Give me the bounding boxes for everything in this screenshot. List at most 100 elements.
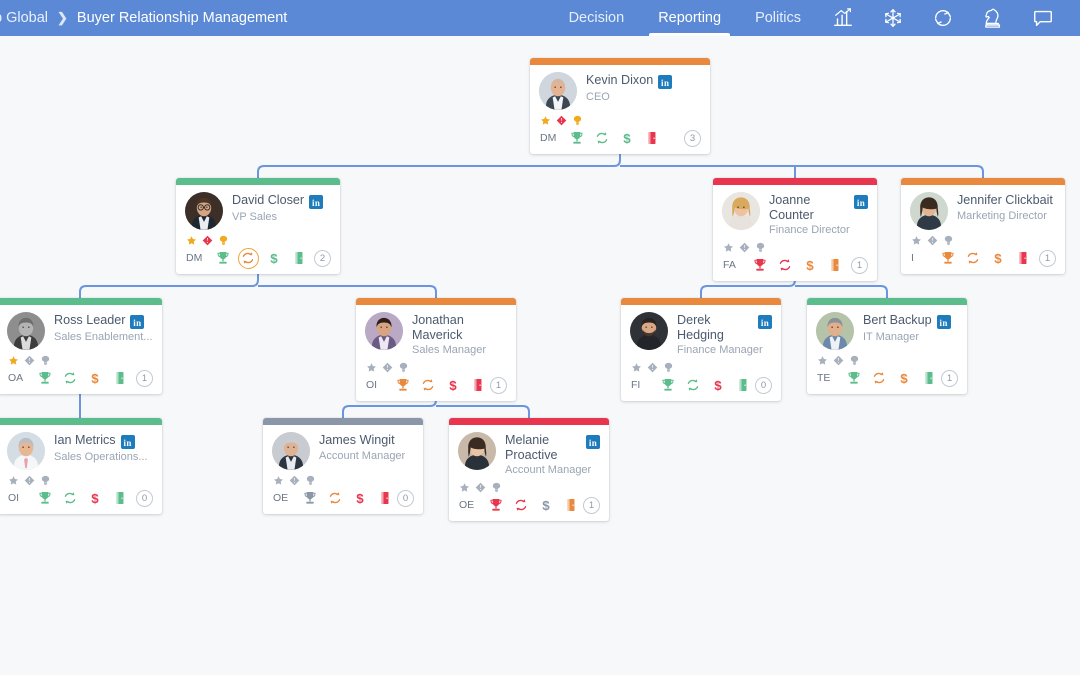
org-chart-canvas[interactable]: Kevin Dixon in CEO DM $ 3 David Closer i… xyxy=(0,36,1080,675)
book-icon[interactable] xyxy=(730,377,755,393)
relationship-count[interactable]: 1 xyxy=(136,369,153,387)
linkedin-icon[interactable]: in xyxy=(130,315,145,329)
refresh-icon[interactable] xyxy=(508,497,533,513)
tab-politics[interactable]: Politics xyxy=(738,0,818,36)
refresh-icon[interactable] xyxy=(235,247,261,269)
dollar-icon[interactable]: $ xyxy=(891,370,916,386)
badge-row xyxy=(7,354,153,367)
trophy-icon[interactable] xyxy=(210,250,235,266)
org-card-ross[interactable]: Ross Leader in Sales Enablement... OA $ … xyxy=(0,298,162,394)
trophy-icon[interactable] xyxy=(841,370,866,386)
org-card-joanne[interactable]: Joanne Counter in Finance Director FA $ … xyxy=(713,178,877,281)
org-card-melanie[interactable]: Melanie Proactive in Account Manager OE … xyxy=(449,418,609,521)
dollar-icon[interactable]: $ xyxy=(261,250,286,266)
book-icon[interactable] xyxy=(558,497,583,513)
book-icon[interactable] xyxy=(107,490,132,506)
breadcrumb-chevron-icon: ❯ xyxy=(57,10,68,25)
relationship-count[interactable]: 0 xyxy=(136,489,153,507)
book-icon[interactable] xyxy=(465,377,490,393)
svg-text:$: $ xyxy=(542,498,550,513)
badge-row xyxy=(458,481,600,494)
refresh-sync-icon[interactable] xyxy=(918,0,968,36)
book-icon[interactable] xyxy=(916,370,941,386)
book-icon[interactable] xyxy=(1010,250,1035,266)
refresh-icon[interactable] xyxy=(57,370,82,386)
refresh-icon[interactable] xyxy=(415,377,440,393)
role-initials: OE xyxy=(459,499,475,511)
org-card-ian[interactable]: Ian Metrics in Sales Operations... OI $ … xyxy=(0,418,162,514)
refresh-icon[interactable] xyxy=(322,490,347,506)
linkedin-icon[interactable]: in xyxy=(586,435,600,449)
trophy-icon[interactable] xyxy=(747,257,772,273)
trophy-icon[interactable] xyxy=(655,377,680,393)
linkedin-icon[interactable]: in xyxy=(854,195,868,209)
refresh-icon[interactable] xyxy=(960,250,985,266)
dollar-icon[interactable]: $ xyxy=(705,377,730,393)
chess-knight-icon[interactable] xyxy=(968,0,1018,36)
book-icon[interactable] xyxy=(372,490,397,506)
dollar-icon[interactable]: $ xyxy=(347,490,372,506)
dollar-icon[interactable]: $ xyxy=(614,130,639,146)
org-card-jennifer[interactable]: Jennifer Clickbait Marketing Director I … xyxy=(901,178,1065,274)
trophy-icon[interactable] xyxy=(564,130,589,146)
org-card-jonathan[interactable]: Jonathan Maverick Sales Manager OI $ 1 xyxy=(356,298,516,401)
relationship-count[interactable]: 3 xyxy=(684,129,701,147)
trophy-icon[interactable] xyxy=(935,250,960,266)
refresh-icon[interactable] xyxy=(772,257,797,273)
linkedin-icon[interactable]: in xyxy=(658,75,673,89)
refresh-icon[interactable] xyxy=(866,370,891,386)
org-card-james[interactable]: James Wingit Account Manager OE $ 0 xyxy=(263,418,423,514)
relationship-count[interactable]: 2 xyxy=(314,249,331,267)
linkedin-icon[interactable]: in xyxy=(758,315,772,329)
avatar xyxy=(7,312,45,350)
refresh-icon[interactable] xyxy=(589,130,614,146)
trophy-icon[interactable] xyxy=(483,497,508,513)
snowflake-icon[interactable] xyxy=(868,0,918,36)
relationship-count[interactable]: 1 xyxy=(490,376,507,394)
dollar-icon[interactable]: $ xyxy=(82,370,107,386)
org-card-derek[interactable]: Derek Hedging in Finance Manager FI $ 0 xyxy=(621,298,781,401)
linkedin-icon[interactable]: in xyxy=(936,315,951,329)
trophy-icon[interactable] xyxy=(32,490,57,506)
bar-chart-icon[interactable] xyxy=(818,0,868,36)
relationship-count[interactable]: 1 xyxy=(1039,249,1056,267)
trophy-icon[interactable] xyxy=(390,377,415,393)
card-status-bar xyxy=(263,418,423,425)
linkedin-icon[interactable]: in xyxy=(120,435,135,449)
person-title: Sales Enablement... xyxy=(54,331,153,343)
relationship-count[interactable]: 1 xyxy=(941,369,958,387)
person-title: Sales Operations... xyxy=(54,451,148,463)
diamond-badge xyxy=(202,235,213,246)
speech-bubble-icon[interactable] xyxy=(1018,0,1068,36)
breadcrumb-item-current[interactable]: Buyer Relationship Management xyxy=(77,10,287,26)
breadcrumb-item-account[interactable]: p Global xyxy=(0,10,48,26)
avatar xyxy=(539,72,577,110)
relationship-count[interactable]: 0 xyxy=(397,489,414,507)
book-icon[interactable] xyxy=(107,370,132,386)
refresh-icon[interactable] xyxy=(57,490,82,506)
book-icon[interactable] xyxy=(639,130,664,146)
dollar-icon[interactable]: $ xyxy=(440,377,465,393)
book-icon[interactable] xyxy=(286,250,311,266)
refresh-icon[interactable] xyxy=(680,377,705,393)
diamond-badge xyxy=(289,475,300,486)
relationship-count[interactable]: 1 xyxy=(583,496,600,514)
org-card-kevin[interactable]: Kevin Dixon in CEO DM $ 3 xyxy=(530,58,710,154)
linkedin-icon[interactable]: in xyxy=(309,195,324,209)
relationship-count[interactable]: 1 xyxy=(851,256,868,274)
trophy-icon[interactable] xyxy=(32,370,57,386)
dollar-icon[interactable]: $ xyxy=(82,490,107,506)
tab-reporting[interactable]: Reporting xyxy=(641,0,738,36)
dollar-icon[interactable]: $ xyxy=(797,257,822,273)
book-icon[interactable] xyxy=(822,257,847,273)
org-card-david[interactable]: David Closer in VP Sales DM $ 2 xyxy=(176,178,340,274)
org-card-bert[interactable]: Bert Backup in IT Manager TE $ 1 xyxy=(807,298,967,394)
medal-badge xyxy=(305,475,316,486)
metric-row: FA $ 1 xyxy=(722,255,868,275)
relationship-count[interactable]: 0 xyxy=(755,376,772,394)
trophy-icon[interactable] xyxy=(297,490,322,506)
dollar-icon[interactable]: $ xyxy=(985,250,1010,266)
dollar-icon[interactable]: $ xyxy=(533,497,558,513)
tab-decision[interactable]: Decision xyxy=(552,0,642,36)
metric-row: OA $ 1 xyxy=(7,368,153,388)
